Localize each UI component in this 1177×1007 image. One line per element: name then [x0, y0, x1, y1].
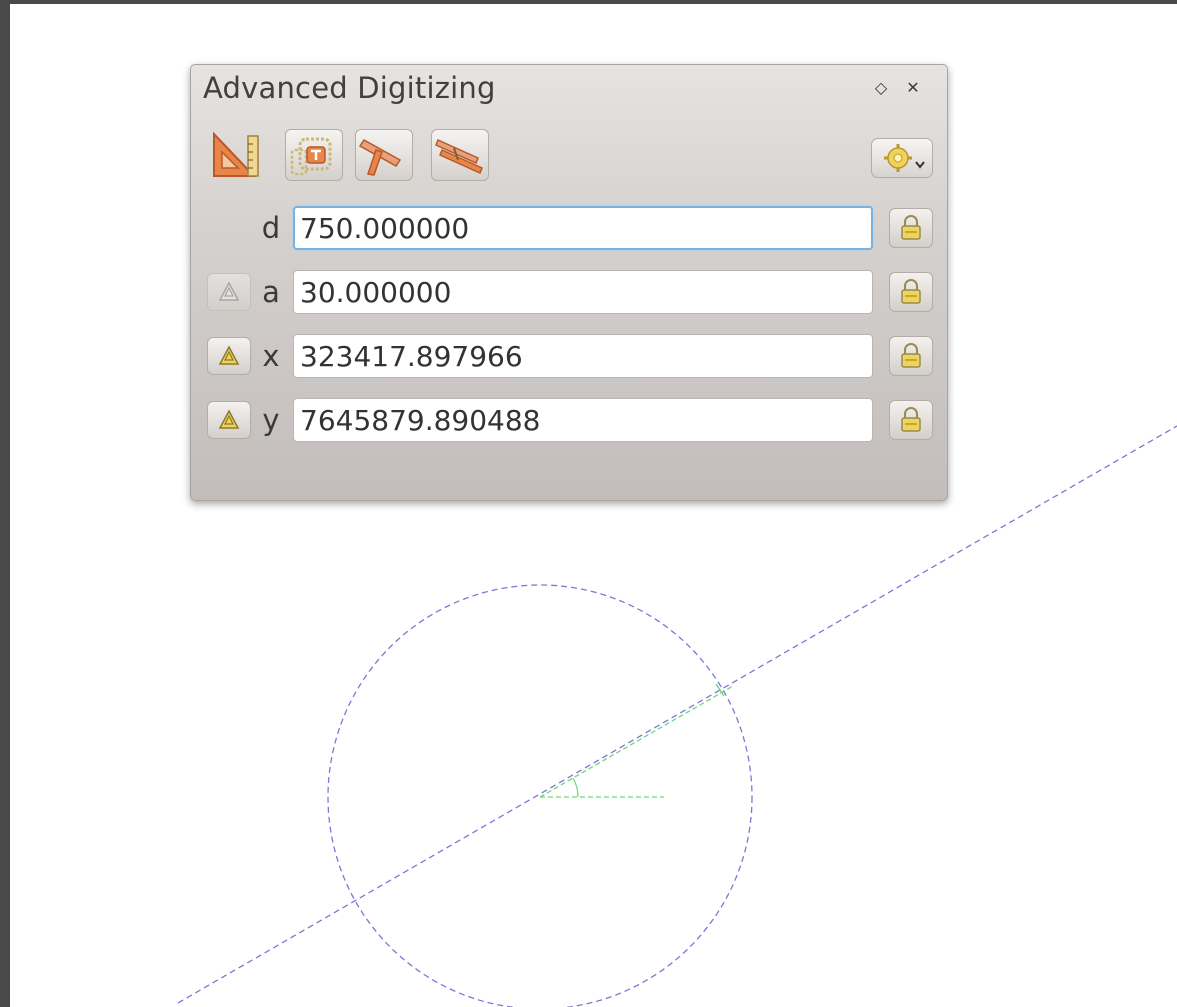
distance-constraint-circle — [327, 584, 753, 1007]
y-label: y — [262, 403, 280, 437]
angle-relative-button[interactable] — [207, 273, 251, 311]
distance-input[interactable] — [293, 206, 873, 250]
parallel-ruler-icon — [435, 138, 483, 175]
construction-frame-icon — [290, 137, 332, 176]
angle-lock-button[interactable] — [889, 272, 933, 312]
gear-dropdown-icon — [884, 144, 925, 172]
angle-constraint-line — [177, 425, 1177, 1004]
delta-warning-icon — [218, 281, 240, 301]
angle-label: a — [262, 275, 280, 309]
close-icon[interactable]: ✕ — [903, 75, 923, 101]
lock-icon — [901, 343, 921, 368]
construction-mode-button[interactable] — [285, 129, 343, 181]
x-lock-button[interactable] — [889, 336, 933, 376]
float-diamond-icon[interactable]: ◇ — [871, 75, 891, 101]
angle-arc — [572, 777, 579, 798]
y-input[interactable] — [293, 398, 873, 442]
distance-label: d — [261, 211, 281, 245]
x-input[interactable] — [293, 334, 873, 378]
x-label: x — [262, 339, 280, 373]
lock-icon — [901, 407, 921, 432]
perpendicular-button[interactable] — [355, 129, 413, 181]
set-square-ruler-icon — [213, 131, 259, 177]
y-relative-button[interactable] — [207, 401, 251, 439]
lock-icon — [901, 279, 921, 304]
lock-icon — [901, 215, 921, 240]
angle-input[interactable] — [293, 270, 873, 314]
advanced-digitizing-panel: Advanced Digitizing ◇ ✕ d 750.000000 a 3… — [190, 64, 948, 501]
delta-warning-icon — [218, 409, 240, 429]
y-lock-button[interactable] — [889, 400, 933, 440]
distance-lock-button[interactable] — [889, 208, 933, 248]
bearing-guide-line — [539, 685, 734, 798]
enable-advanced-digitizing-button[interactable] — [207, 129, 265, 181]
settings-button[interactable] — [871, 138, 933, 178]
perpendicular-ruler-icon — [358, 139, 402, 176]
parallel-button[interactable] — [431, 129, 489, 181]
delta-warning-icon — [218, 345, 240, 365]
x-relative-button[interactable] — [207, 337, 251, 375]
panel-title: Advanced Digitizing — [203, 71, 496, 105]
